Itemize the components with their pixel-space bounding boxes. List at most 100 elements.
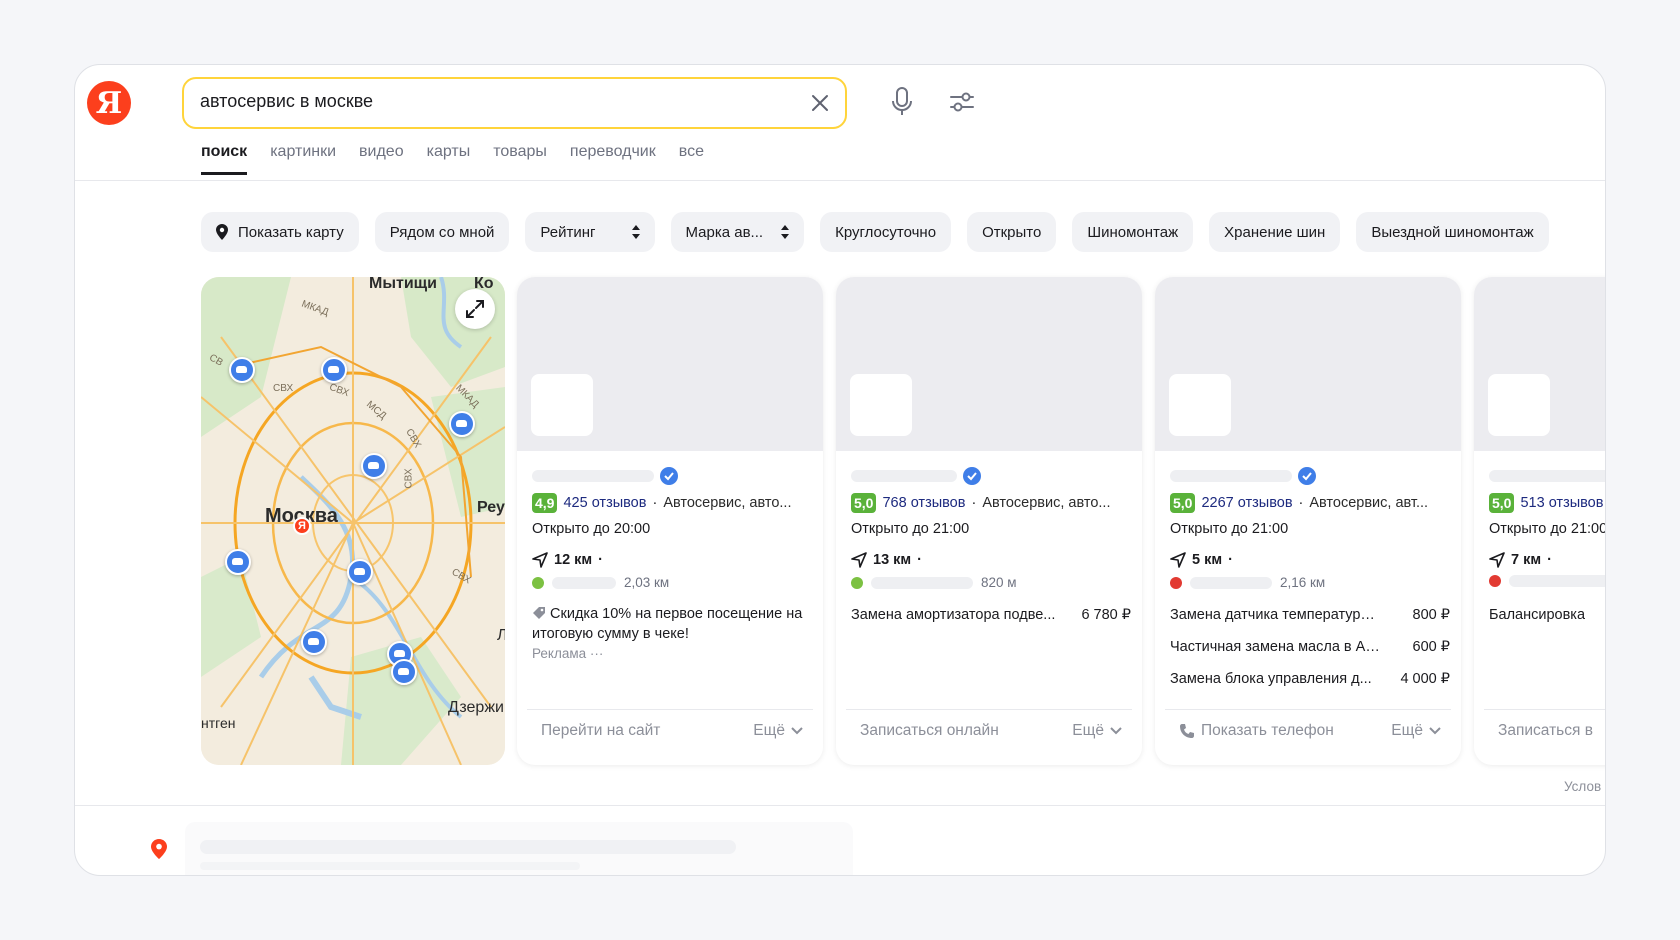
chip-label: Открыто: [982, 223, 1042, 241]
rating-badge: 5,0: [851, 493, 877, 513]
map-pin-car-icon[interactable]: [361, 453, 387, 479]
more-label: Ещё: [753, 722, 785, 739]
map-pin-car-icon[interactable]: [229, 357, 255, 383]
card-metro: [1489, 575, 1605, 587]
tag-icon: [533, 607, 545, 619]
card-hours: Открыто до 21:00: [1170, 521, 1289, 537]
card-divider: [1484, 709, 1605, 710]
result-card[interactable]: 5,0 513 отзывов Открыто до 21:00 7 км · Б…: [1474, 277, 1605, 765]
search-box: [182, 77, 847, 129]
results-map[interactable]: Мытищи Ко Москва Реу Дзержи нтген Л МКАД…: [201, 277, 505, 765]
service-item[interactable]: Замена датчика температуры ... 800 ₽: [1170, 607, 1450, 623]
map-pin-car-icon[interactable]: [347, 559, 373, 585]
chip-open[interactable]: Открыто: [967, 212, 1057, 252]
card-name-placeholder: [851, 470, 957, 482]
card-category: Автосервис, авто...: [982, 495, 1111, 511]
chip-car-brand[interactable]: Марка ав...: [670, 212, 805, 252]
service-item[interactable]: Частичная замена масла в АК... 600 ₽: [1170, 639, 1450, 655]
map-pin-car-icon[interactable]: [449, 411, 475, 437]
separator-dot: ·: [598, 552, 603, 568]
more-button[interactable]: Ещё: [1391, 722, 1441, 740]
section-divider: [75, 805, 1605, 806]
tab-all[interactable]: все: [679, 143, 704, 175]
tab-products[interactable]: товары: [493, 143, 547, 175]
service-item[interactable]: Замена блока управления д... 4 000 ₽: [1170, 671, 1450, 687]
more-button[interactable]: Ещё: [1072, 722, 1122, 740]
card-divider: [1165, 709, 1451, 710]
card-logo-placeholder: [1169, 374, 1231, 436]
distance-value: 5 км: [1192, 552, 1223, 568]
chip-tire-fitting[interactable]: Шиномонтаж: [1072, 212, 1194, 252]
chip-label: Рядом со мной: [389, 223, 495, 241]
terms-link[interactable]: Услов: [1564, 779, 1601, 794]
card-rating-row: 5,0 513 отзывов: [1489, 493, 1605, 513]
filter-chips: Показать карту Рядом со мной Рейтинг Мар…: [201, 212, 1549, 252]
card-rating-row: 5,0 768 отзывов · Автосервис, авто...: [851, 493, 1131, 513]
rating-badge: 5,0: [1170, 493, 1196, 513]
chip-show-map[interactable]: Показать карту: [201, 212, 359, 252]
map-label: Мытищи: [369, 277, 437, 292]
chip-label: Хранение шин: [1224, 223, 1326, 241]
search-input[interactable]: [200, 91, 790, 112]
action-label: Показать телефон: [1201, 722, 1334, 739]
clear-icon[interactable]: [807, 90, 833, 116]
more-label: Ещё: [1072, 722, 1104, 739]
card-promo[interactable]: Скидка 10% на первое посещение на итогов…: [532, 604, 812, 664]
map-pin-car-icon[interactable]: [301, 629, 327, 655]
card-metro: 2,03 км: [532, 575, 669, 590]
chevron-down-icon: [1110, 727, 1122, 735]
chip-tire-storage[interactable]: Хранение шин: [1209, 212, 1341, 252]
chevron-down-icon: [1429, 727, 1441, 735]
card-name-placeholder: [1489, 470, 1605, 482]
result-card[interactable]: 4,9 425 отзывов · Автосервис, авто... От…: [517, 277, 823, 765]
reviews-link[interactable]: 768 отзывов: [882, 495, 965, 511]
chip-24h[interactable]: Круглосуточно: [820, 212, 952, 252]
tab-video[interactable]: видео: [359, 143, 404, 175]
separator-dot: ·: [1547, 552, 1552, 568]
tab-translator[interactable]: переводчик: [570, 143, 656, 175]
expand-map-button[interactable]: [455, 289, 495, 329]
tab-images[interactable]: картинки: [270, 143, 336, 175]
ad-label[interactable]: Реклама ···: [532, 646, 603, 661]
service-item[interactable]: Замена амортизатора подве... 6 780 ₽: [851, 607, 1131, 623]
card-logo-placeholder: [531, 374, 593, 436]
promo-text: Скидка 10% на первое посещение на итогов…: [532, 606, 803, 642]
search-header: Я поиск картинки видео кар: [75, 65, 1605, 181]
service-item[interactable]: Балансировка: [1489, 607, 1605, 623]
tab-maps[interactable]: карты: [427, 143, 471, 175]
chip-mobile-tire-fitting[interactable]: Выездной шиномонтаж: [1356, 212, 1549, 252]
separator-dot: ·: [917, 552, 922, 568]
search-settings-icon[interactable]: [947, 87, 977, 117]
search-tabs: поиск картинки видео карты товары перево…: [201, 143, 704, 175]
map-pin-car-icon[interactable]: [391, 659, 417, 685]
distance-value: 13 км: [873, 552, 912, 568]
map-pin-car-icon[interactable]: [225, 549, 251, 575]
microphone-icon[interactable]: [888, 85, 916, 119]
map-pin-car-icon[interactable]: [321, 357, 347, 383]
map-background: [201, 277, 505, 765]
show-phone-button[interactable]: Показать телефон: [1179, 722, 1334, 740]
result-card[interactable]: 5,0 2267 отзывов · Автосервис, авт... От…: [1155, 277, 1461, 765]
card-divider: [527, 709, 813, 710]
loading-line-placeholder: [200, 862, 580, 870]
reviews-link[interactable]: 425 отзывов: [563, 495, 646, 511]
metro-distance: 820 м: [981, 575, 1017, 590]
card-name-placeholder: [532, 470, 654, 482]
yandex-logo[interactable]: Я: [87, 81, 131, 125]
book-online-button[interactable]: Записаться онлайн: [860, 722, 999, 740]
book-online-button[interactable]: Записаться в: [1498, 722, 1593, 740]
metro-name-placeholder: [871, 576, 973, 589]
rating-badge: 5,0: [1489, 493, 1515, 513]
tab-search[interactable]: поиск: [201, 143, 248, 175]
chip-rating[interactable]: Рейтинг: [525, 212, 655, 252]
reviews-link[interactable]: 2267 отзывов: [1201, 495, 1292, 511]
verified-icon: [963, 467, 981, 485]
metro-line-dot: [1170, 576, 1182, 589]
service-name: Балансировка: [1489, 607, 1586, 623]
reviews-link[interactable]: 513 отзывов: [1520, 495, 1603, 511]
more-button[interactable]: Ещё: [753, 722, 803, 740]
result-card[interactable]: 5,0 768 отзывов · Автосервис, авто... От…: [836, 277, 1142, 765]
metro-line-dot: [1489, 575, 1501, 587]
chip-nearby[interactable]: Рядом со мной: [374, 212, 510, 252]
go-to-site-button[interactable]: Перейти на сайт: [541, 722, 660, 740]
